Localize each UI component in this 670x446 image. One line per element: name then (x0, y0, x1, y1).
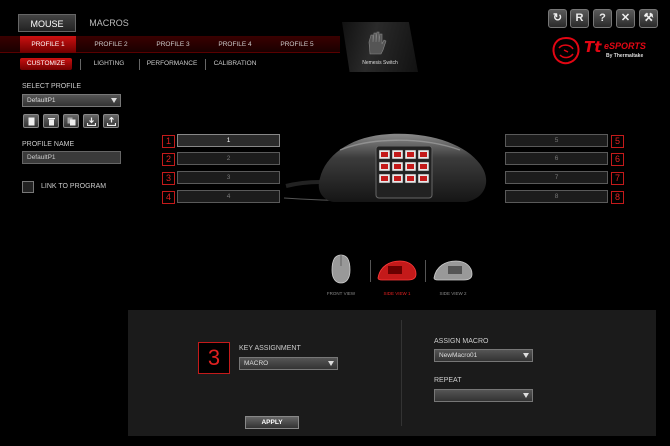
button-slot-6[interactable]: 6 (505, 152, 608, 165)
subtab-separator (205, 59, 206, 70)
panel-divider (401, 320, 402, 426)
logo-esports: eSPORTS (604, 41, 646, 51)
assign-macro-value: NewMacro01 (439, 352, 478, 359)
tab-profile-2[interactable]: PROFILE 2 (84, 36, 138, 53)
refresh-icon: ↻ (552, 12, 563, 24)
view-divider (425, 260, 426, 282)
slot-number: 1 (162, 135, 175, 148)
logo-by-thermaltake: By Thermaltake (606, 53, 644, 59)
profile-name-input[interactable]: DefaultP1 (22, 151, 121, 164)
help-button[interactable]: ? (593, 9, 612, 28)
profile-select-value: DefaultP1 (27, 97, 56, 104)
slot-number: 5 (611, 135, 624, 148)
tab-profile-4[interactable]: PROFILE 4 (208, 36, 262, 53)
repeat-label: REPEAT (434, 377, 462, 384)
button-slot-7[interactable]: 7 (505, 171, 608, 184)
repeat-select[interactable] (434, 389, 533, 402)
subtab-separator (139, 59, 140, 70)
chevron-down-icon (328, 361, 334, 366)
hand-icon (368, 31, 387, 55)
key-assignment-select[interactable]: MACRO (239, 357, 338, 370)
profile-select[interactable]: DefaultP1 (22, 94, 121, 107)
slot-number: 3 (162, 172, 175, 185)
key-assignment-label: KEY ASSIGNMENT (239, 345, 301, 352)
new-file-icon (28, 117, 35, 126)
button-slot-2[interactable]: 2 (177, 152, 280, 165)
view-divider (370, 260, 371, 282)
logo-tt: Tt (584, 38, 602, 56)
select-profile-label: SELECT PROFILE (22, 83, 82, 90)
tab-profile-5[interactable]: PROFILE 5 (270, 36, 324, 53)
chevron-down-icon (523, 393, 529, 398)
help-icon: ? (599, 12, 606, 24)
reset-icon: R (575, 12, 584, 24)
assign-macro-select[interactable]: NewMacro01 (434, 349, 533, 362)
new-profile-button[interactable] (23, 114, 39, 128)
subtab-performance[interactable]: PERFORMANCE (144, 58, 200, 70)
upload-icon (107, 117, 116, 126)
slot-number: 7 (611, 172, 624, 185)
close-icon: ✕ (620, 12, 631, 24)
delete-profile-button[interactable] (43, 114, 59, 128)
front-view-label[interactable]: FRONT VIEW (320, 291, 362, 296)
reset-button[interactable]: R (570, 9, 589, 28)
side-view-1-icon[interactable] (376, 258, 418, 282)
copy-icon (67, 117, 76, 126)
selected-button-number: 3 (198, 342, 230, 374)
slot-number: 4 (162, 191, 175, 204)
tab-mouse[interactable]: MOUSE (18, 14, 76, 32)
download-icon (87, 117, 96, 126)
tab-profile-3[interactable]: PROFILE 3 (146, 36, 200, 53)
button-slot-3[interactable]: 3 (177, 171, 280, 184)
profile-name-label: PROFILE NAME (22, 141, 75, 148)
apply-button[interactable]: APPLY (245, 416, 299, 429)
slot-number: 8 (611, 191, 624, 204)
subtab-separator (80, 59, 81, 70)
button-slot-4[interactable]: 4 (177, 190, 280, 203)
import-profile-button[interactable] (83, 114, 99, 128)
front-view-mouse-icon[interactable] (330, 254, 352, 284)
copy-profile-button[interactable] (63, 114, 79, 128)
link-to-program-checkbox[interactable] (22, 181, 34, 193)
chevron-down-icon (111, 98, 117, 103)
button-slot-5[interactable]: 5 (505, 134, 608, 147)
tab-macros[interactable]: MACROS (84, 14, 134, 32)
refresh-button[interactable]: ↻ (548, 9, 567, 28)
subtab-customize[interactable]: CUSTOMIZE (20, 58, 72, 70)
export-profile-button[interactable] (103, 114, 119, 128)
mouse-side-image (283, 133, 487, 202)
button-slot-1[interactable]: 1 (177, 134, 280, 147)
slot-number: 2 (162, 153, 175, 166)
tools-button[interactable]: ⚒ (639, 9, 658, 28)
tools-icon: ⚒ (643, 12, 654, 24)
subtab-calibration[interactable]: CALIBRATION (209, 58, 261, 70)
assign-macro-label: ASSIGN MACRO (434, 338, 489, 345)
button-slot-8[interactable]: 8 (505, 190, 608, 203)
close-button[interactable]: ✕ (616, 9, 635, 28)
side-view-2-icon[interactable] (432, 258, 474, 282)
chevron-down-icon (523, 353, 529, 358)
trash-icon (48, 118, 55, 126)
slot-number: 6 (611, 153, 624, 166)
dragon-logo-icon (552, 36, 580, 65)
link-to-program-label: LINK TO PROGRAM (41, 183, 107, 190)
tab-profile-1[interactable]: PROFILE 1 (20, 36, 76, 53)
side-view-2-label[interactable]: SIDE VIEW 2 (432, 291, 474, 296)
subtab-lighting[interactable]: LIGHTING (86, 58, 132, 70)
key-assignment-value: MACRO (244, 360, 269, 367)
nemesis-switch-label: Nemesis Switch (362, 60, 398, 66)
side-view-1-label[interactable]: SIDE VIEW 1 (376, 291, 418, 296)
